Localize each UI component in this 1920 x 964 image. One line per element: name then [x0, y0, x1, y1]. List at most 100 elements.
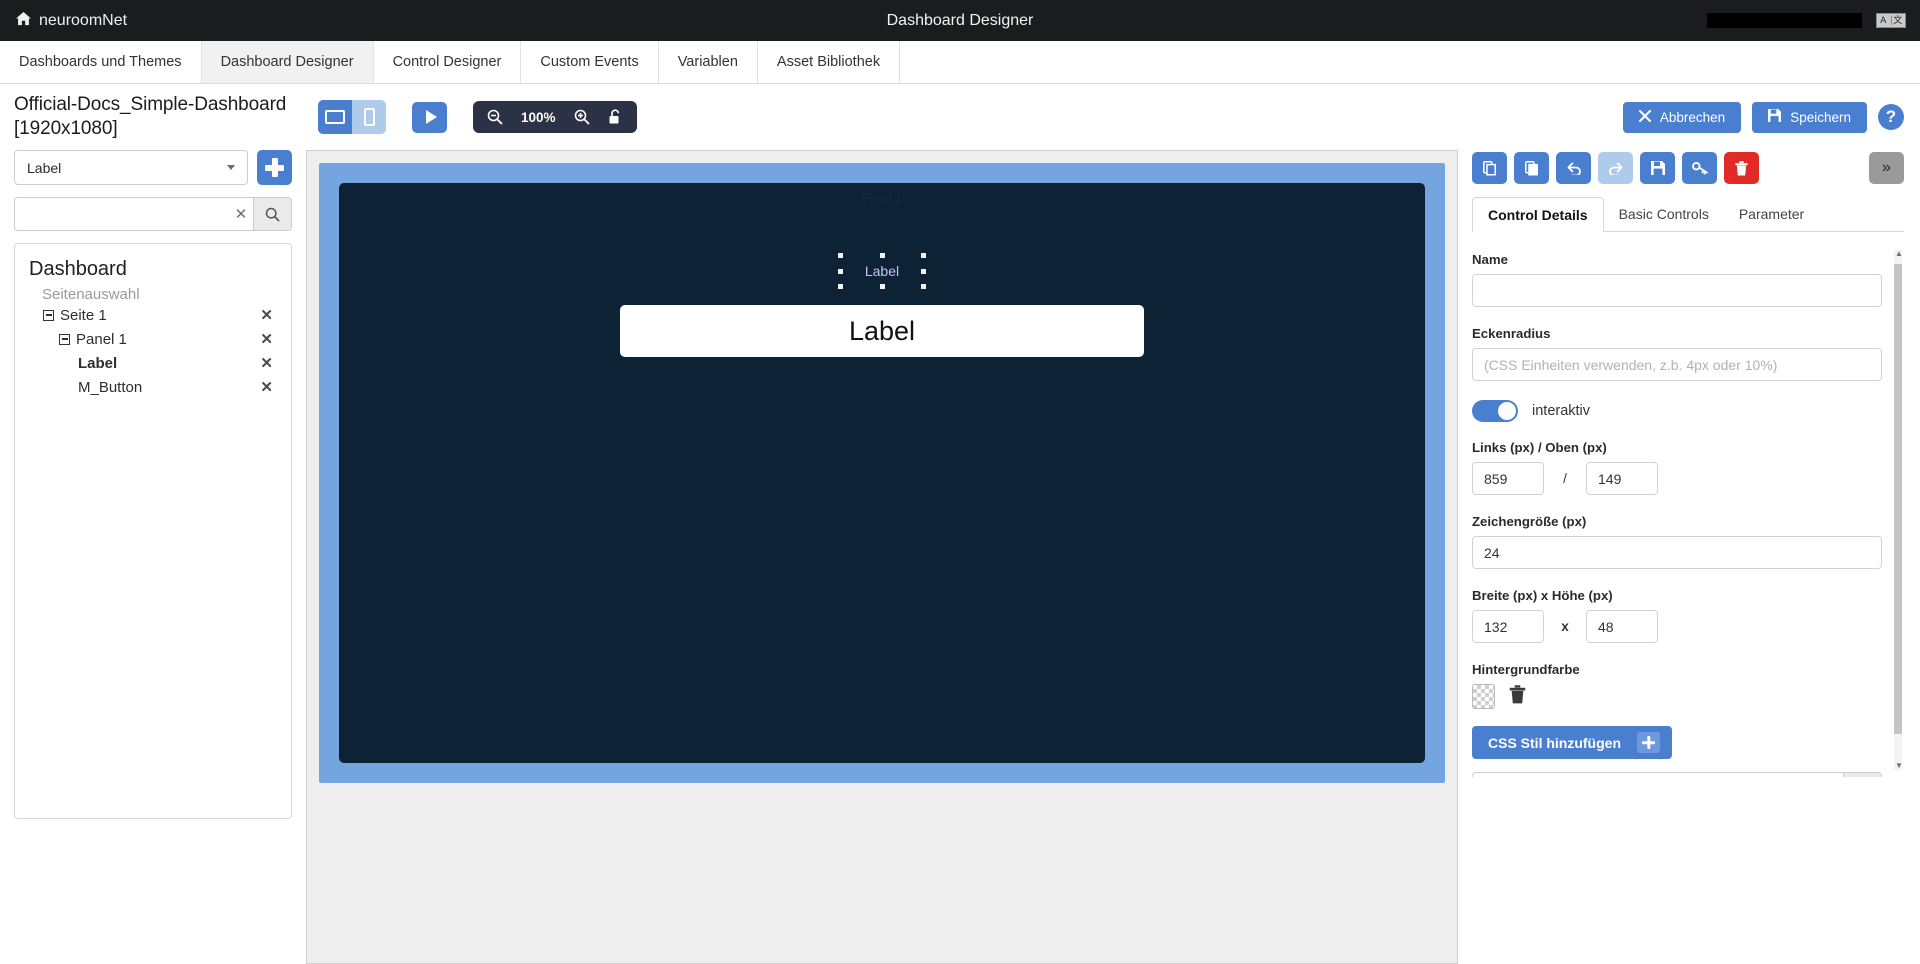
design-canvas[interactable]: Panel 1 Label Label	[306, 150, 1458, 964]
control-type-value: Label	[27, 160, 61, 176]
selected-control[interactable]: Label	[843, 258, 921, 284]
position-top-field[interactable]	[1586, 462, 1658, 495]
corner-radius-label: Eckenradius	[1472, 326, 1882, 341]
tree-node-seite-1[interactable]: Seite 1 ✕	[43, 306, 277, 324]
play-icon	[426, 110, 437, 124]
trash-icon	[1509, 685, 1526, 704]
background-color-label: Hintergrundfarbe	[1472, 662, 1882, 677]
position-separator: /	[1544, 471, 1586, 486]
resize-handle[interactable]	[921, 269, 926, 274]
nav-tab-dashboards-themes[interactable]: Dashboards und Themes	[0, 41, 202, 83]
properties-tabs: Control Details Basic Controls Parameter	[1472, 197, 1904, 232]
clear-icon[interactable]: ✕	[1819, 773, 1843, 777]
interactive-toggle[interactable]	[1472, 400, 1518, 422]
transparent-swatch-icon[interactable]	[1472, 684, 1495, 709]
tree-node-label: Seite 1	[60, 307, 107, 324]
zoom-in-icon[interactable]	[574, 109, 590, 125]
resize-handle[interactable]	[838, 253, 843, 258]
save-button[interactable]: Speichern	[1752, 102, 1867, 133]
language-selector-icon[interactable]: A 文	[1876, 13, 1906, 28]
resize-handle[interactable]	[838, 269, 843, 274]
tab-basic-controls[interactable]: Basic Controls	[1604, 197, 1724, 231]
tab-control-details[interactable]: Control Details	[1472, 197, 1604, 232]
dashboard-panel[interactable]: Panel 1 Label Label	[339, 183, 1425, 763]
unlock-icon[interactable]	[608, 109, 623, 125]
key-button[interactable]	[1682, 152, 1717, 184]
save-icon	[1768, 109, 1781, 125]
save-control-button[interactable]	[1640, 152, 1675, 184]
viewport-desktop-button[interactable]	[318, 100, 352, 134]
tree-page-selection-label: Seitenauswahl	[42, 286, 277, 303]
desktop-icon	[325, 110, 345, 124]
resize-handle[interactable]	[921, 284, 926, 289]
tree-node-remove-icon[interactable]: ✕	[260, 354, 277, 372]
help-button[interactable]: ?	[1878, 104, 1904, 130]
properties-form: Name Eckenradius interaktiv Links (px) /…	[1472, 232, 1904, 777]
background-delete-button[interactable]	[1509, 685, 1526, 709]
name-field-label: Name	[1472, 252, 1882, 267]
tree-root-label[interactable]: Dashboard	[29, 258, 277, 281]
control-type-select[interactable]: Label	[14, 150, 248, 185]
collapse-icon[interactable]	[43, 310, 54, 321]
paste-icon	[1525, 161, 1539, 176]
nav-tab-custom-events[interactable]: Custom Events	[521, 41, 658, 83]
undo-button[interactable]	[1556, 152, 1591, 184]
tree-node-m-button[interactable]: M_Button ✕	[78, 378, 277, 396]
copy-button[interactable]	[1472, 152, 1507, 184]
tree-node-remove-icon[interactable]: ✕	[260, 330, 277, 348]
collapse-panel-button[interactable]: »	[1869, 152, 1904, 184]
size-label: Breite (px) x Höhe (px)	[1472, 588, 1882, 603]
interactive-row: interaktiv	[1472, 400, 1882, 422]
canvas-stage: Panel 1 Label Label	[319, 163, 1445, 783]
zoom-out-icon[interactable]	[487, 109, 503, 125]
nav-tab-asset-bibliothek[interactable]: Asset Bibliothek	[758, 41, 900, 83]
tree-search-row: ✕	[14, 197, 292, 231]
cancel-button[interactable]: Abbrechen	[1623, 102, 1741, 133]
font-size-field[interactable]	[1472, 536, 1882, 569]
nav-tab-variablen[interactable]: Variablen	[659, 41, 758, 83]
resize-handle[interactable]	[921, 253, 926, 258]
name-field[interactable]	[1472, 274, 1882, 307]
tree-node-remove-icon[interactable]: ✕	[260, 306, 277, 324]
redo-button[interactable]	[1598, 152, 1633, 184]
add-control-button[interactable]	[257, 150, 292, 185]
resize-handle[interactable]	[880, 253, 885, 258]
scrollbar-thumb[interactable]	[1894, 264, 1902, 734]
corner-radius-field[interactable]	[1472, 348, 1882, 381]
save-label: Speichern	[1790, 110, 1851, 125]
scroll-up-icon[interactable]: ▲	[1895, 250, 1903, 258]
properties-scrollbar[interactable]: ▲ ▼	[1894, 250, 1902, 770]
label-control-preview[interactable]: Label	[620, 305, 1144, 357]
properties-toolbar: »	[1472, 150, 1904, 184]
tree-node-panel-1[interactable]: Panel 1 ✕	[59, 330, 277, 348]
css-search-button[interactable]	[1843, 773, 1881, 777]
css-search-input[interactable]	[1473, 773, 1819, 777]
height-field[interactable]	[1586, 610, 1658, 643]
tree-search-input[interactable]	[15, 198, 229, 230]
nav-tab-dashboard-designer[interactable]: Dashboard Designer	[202, 41, 374, 83]
clear-icon[interactable]: ✕	[229, 198, 253, 230]
resize-handle[interactable]	[880, 284, 885, 289]
paste-button[interactable]	[1514, 152, 1549, 184]
preview-button[interactable]	[412, 102, 447, 133]
search-icon	[265, 207, 280, 222]
search-button[interactable]	[253, 198, 291, 230]
position-row: /	[1472, 462, 1882, 495]
position-left-field[interactable]	[1472, 462, 1544, 495]
mobile-icon	[364, 108, 375, 126]
tree-node-label-control[interactable]: Label ✕	[78, 354, 277, 372]
nav-tab-control-designer[interactable]: Control Designer	[374, 41, 522, 83]
resize-handle[interactable]	[838, 284, 843, 289]
viewport-mobile-button[interactable]	[352, 100, 386, 134]
close-icon	[1639, 110, 1651, 125]
brand[interactable]: neuroomNet	[16, 12, 127, 30]
collapse-icon[interactable]	[59, 334, 70, 345]
size-row: x	[1472, 610, 1882, 643]
tab-parameter[interactable]: Parameter	[1724, 197, 1819, 231]
delete-button[interactable]	[1724, 152, 1759, 184]
width-field[interactable]	[1472, 610, 1544, 643]
add-css-style-button[interactable]: CSS Stil hinzufügen	[1472, 726, 1672, 759]
tree-node-remove-icon[interactable]: ✕	[260, 378, 277, 396]
scroll-down-icon[interactable]: ▼	[1895, 762, 1903, 770]
save-icon	[1651, 161, 1665, 175]
